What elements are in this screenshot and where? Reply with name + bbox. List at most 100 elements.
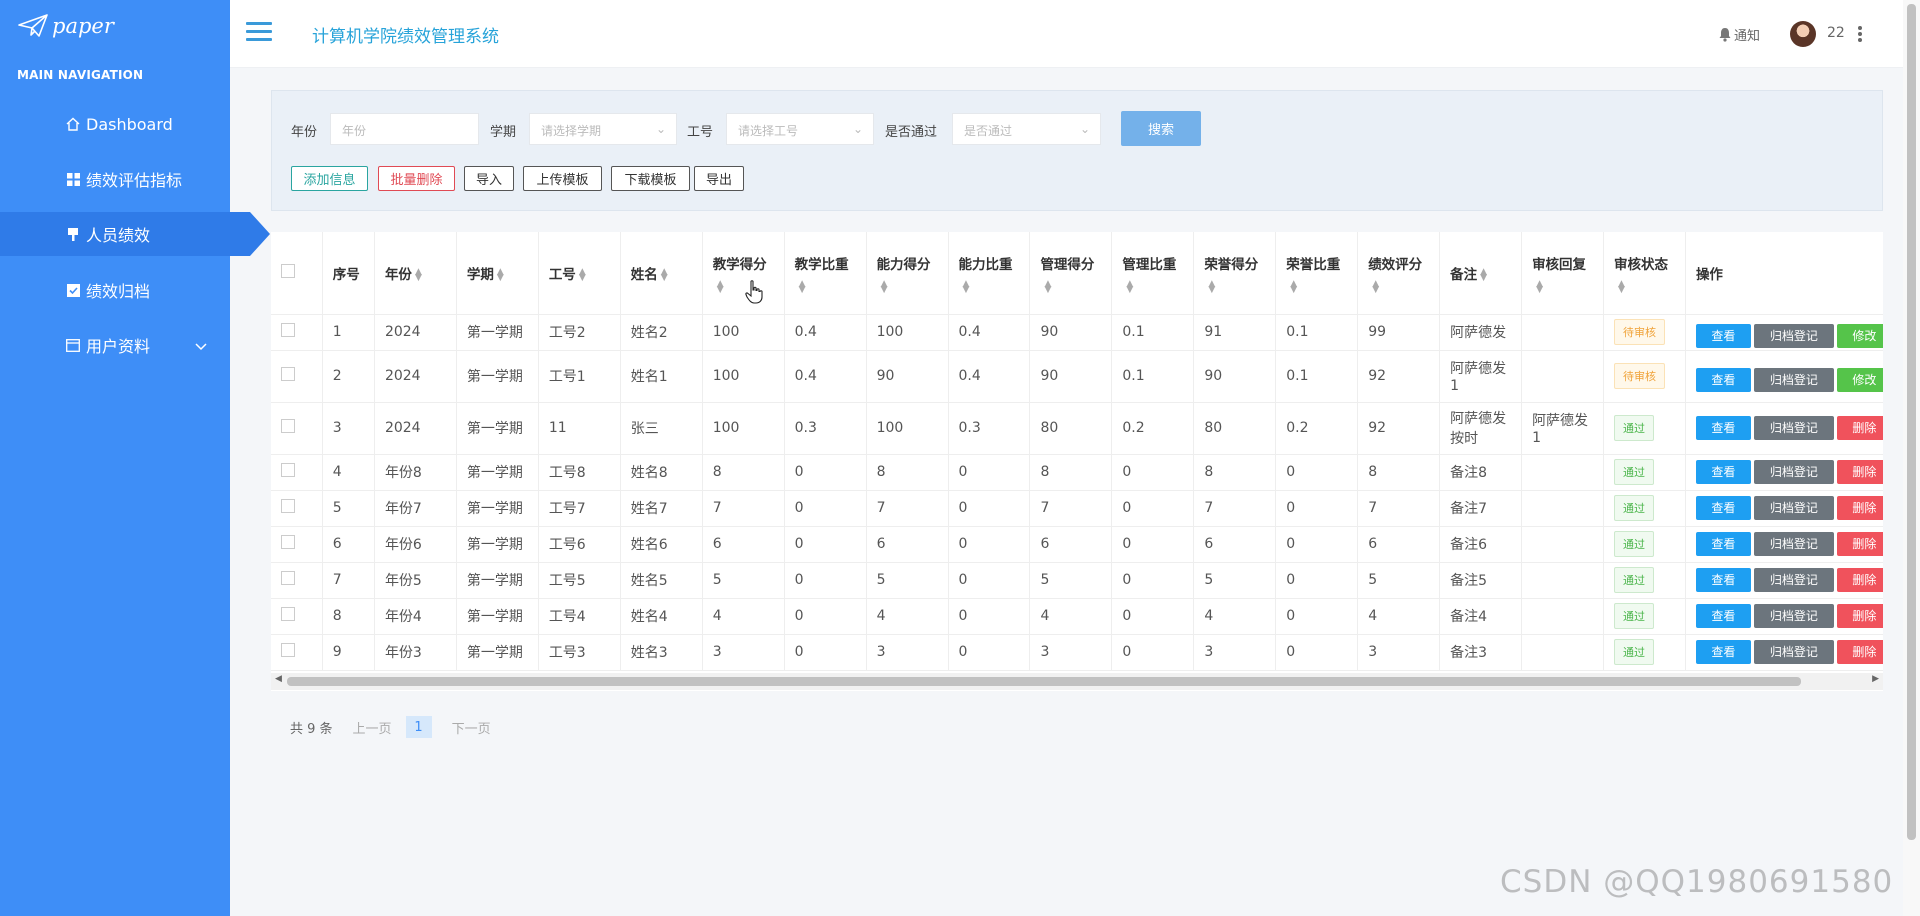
sort-icon[interactable]: ▲ ▼ bbox=[415, 267, 422, 282]
view-button[interactable]: 查看 bbox=[1695, 460, 1751, 484]
scrollbar-thumb[interactable] bbox=[287, 677, 1801, 686]
next-page-button[interactable]: 下一页 bbox=[452, 718, 491, 737]
delete-button[interactable]: 删除 bbox=[1836, 416, 1883, 440]
archive-button[interactable]: 归档登记 bbox=[1753, 460, 1834, 484]
archive-button[interactable]: 归档登记 bbox=[1753, 604, 1834, 628]
view-button[interactable]: 查看 bbox=[1695, 640, 1751, 664]
prev-page-button[interactable]: 上一页 bbox=[353, 718, 392, 737]
horizontal-scrollbar[interactable]: ◀ ▶ bbox=[271, 673, 1883, 690]
col-term[interactable]: 学期 ▲ ▼ bbox=[456, 232, 539, 315]
col-teaching-weight[interactable]: 教学比重 ▲ ▼ bbox=[784, 232, 867, 315]
archive-button[interactable]: 归档登记 bbox=[1753, 496, 1834, 520]
edit-button[interactable]: 修改 bbox=[1836, 324, 1883, 348]
sort-icon[interactable]: ▲ ▼ bbox=[1126, 279, 1183, 294]
current-page-button[interactable]: 1 bbox=[405, 716, 432, 738]
sidebar-item-archive[interactable]: 绩效归档 bbox=[0, 268, 230, 312]
view-button[interactable]: 查看 bbox=[1695, 496, 1751, 520]
delete-button[interactable]: 删除 bbox=[1836, 604, 1883, 628]
sort-icon[interactable]: ▲ ▼ bbox=[1372, 279, 1429, 294]
col-remark[interactable]: 备注 ▲ ▼ bbox=[1439, 232, 1523, 315]
search-button[interactable]: 搜索 bbox=[1121, 111, 1201, 146]
notification-button[interactable]: 通知 bbox=[1718, 25, 1760, 44]
row-checkbox[interactable] bbox=[281, 367, 295, 381]
delete-button[interactable]: 删除 bbox=[1836, 460, 1883, 484]
sidebar-item-user-profile[interactable]: 用户资料 bbox=[0, 323, 230, 367]
export-button[interactable]: 导出 bbox=[694, 166, 744, 191]
row-checkbox[interactable] bbox=[281, 571, 295, 585]
sort-icon[interactable]: ▲ ▼ bbox=[579, 267, 586, 282]
col-ability-weight[interactable]: 能力比重 ▲ ▼ bbox=[948, 232, 1031, 315]
col-name[interactable]: 姓名 ▲ ▼ bbox=[620, 232, 703, 315]
menu-toggle-icon[interactable] bbox=[246, 22, 272, 44]
import-button[interactable]: 导入 bbox=[464, 166, 514, 191]
sidebar-item-indicators[interactable]: 绩效评估指标 bbox=[0, 157, 230, 201]
col-year[interactable]: 年份 ▲ ▼ bbox=[374, 232, 457, 315]
col-teaching-score[interactable]: 教学得分 ▲ ▼ bbox=[702, 232, 785, 315]
more-vertical-icon[interactable] bbox=[1856, 26, 1864, 44]
col-review-reply[interactable]: 审核回复 ▲ ▼ bbox=[1521, 232, 1604, 315]
archive-button[interactable]: 归档登记 bbox=[1753, 568, 1834, 592]
sort-icon[interactable]: ▲ ▼ bbox=[1290, 279, 1347, 294]
staff-id-select[interactable]: 请选择工号 ⌄ bbox=[726, 113, 874, 145]
row-checkbox[interactable] bbox=[281, 535, 295, 549]
row-checkbox[interactable] bbox=[281, 607, 295, 621]
avatar[interactable] bbox=[1790, 21, 1816, 47]
sort-icon[interactable]: ▲ ▼ bbox=[1618, 279, 1675, 294]
sort-icon[interactable]: ▲ ▼ bbox=[1208, 279, 1265, 294]
sort-icon[interactable]: ▲ ▼ bbox=[1044, 279, 1101, 294]
row-checkbox[interactable] bbox=[281, 463, 295, 477]
sort-icon[interactable]: ▲ ▼ bbox=[1536, 279, 1593, 294]
pass-select[interactable]: 是否通过 ⌄ bbox=[952, 113, 1101, 145]
sort-icon[interactable]: ▲ ▼ bbox=[497, 267, 504, 282]
delete-button[interactable]: 删除 bbox=[1836, 568, 1883, 592]
delete-button[interactable]: 删除 bbox=[1836, 532, 1883, 556]
cell-term: 第一学期 bbox=[456, 454, 539, 491]
col-honor-score[interactable]: 荣誉得分 ▲ ▼ bbox=[1193, 232, 1277, 315]
download-template-button[interactable]: 下载模板 bbox=[611, 166, 690, 191]
year-input[interactable]: 年份 bbox=[330, 113, 479, 145]
col-review-status[interactable]: 审核状态 ▲ ▼ bbox=[1603, 232, 1686, 315]
col-staff-id[interactable]: 工号 ▲ ▼ bbox=[538, 232, 621, 315]
scroll-left-icon[interactable]: ◀ bbox=[275, 674, 282, 684]
sidebar-item-dashboard[interactable]: Dashboard bbox=[0, 102, 230, 146]
delete-button[interactable]: 删除 bbox=[1836, 496, 1883, 520]
col-mgmt-score[interactable]: 管理得分 ▲ ▼ bbox=[1029, 232, 1113, 315]
col-mgmt-weight[interactable]: 管理比重 ▲ ▼ bbox=[1111, 232, 1195, 315]
term-select[interactable]: 请选择学期 ⌄ bbox=[529, 113, 677, 145]
view-button[interactable]: 查看 bbox=[1695, 604, 1751, 628]
view-button[interactable]: 查看 bbox=[1695, 416, 1751, 440]
sort-icon[interactable]: ▲ ▼ bbox=[661, 267, 668, 282]
row-checkbox[interactable] bbox=[281, 499, 295, 513]
archive-button[interactable]: 归档登记 bbox=[1753, 416, 1834, 440]
edit-button[interactable]: 修改 bbox=[1836, 368, 1883, 392]
upload-template-button[interactable]: 上传模板 bbox=[523, 166, 602, 191]
view-button[interactable]: 查看 bbox=[1695, 532, 1751, 556]
archive-button[interactable]: 归档登记 bbox=[1753, 368, 1834, 392]
row-checkbox[interactable] bbox=[281, 643, 295, 657]
archive-button[interactable]: 归档登记 bbox=[1753, 640, 1834, 664]
view-button[interactable]: 查看 bbox=[1695, 568, 1751, 592]
sort-icon[interactable]: ▲ ▼ bbox=[1480, 267, 1487, 282]
select-all-checkbox[interactable] bbox=[281, 263, 295, 278]
sort-icon[interactable]: ▲ ▼ bbox=[881, 279, 938, 294]
sort-icon[interactable]: ▲ ▼ bbox=[799, 279, 856, 294]
row-checkbox[interactable] bbox=[281, 323, 295, 337]
archive-button[interactable]: 归档登记 bbox=[1753, 532, 1834, 556]
col-honor-weight[interactable]: 荣誉比重 ▲ ▼ bbox=[1275, 232, 1359, 315]
view-button[interactable]: 查看 bbox=[1695, 324, 1751, 348]
vertical-scrollbar[interactable] bbox=[1903, 0, 1920, 916]
col-rating[interactable]: 绩效评分 ▲ ▼ bbox=[1357, 232, 1441, 315]
batch-delete-button[interactable]: 批量删除 bbox=[378, 166, 455, 191]
logo[interactable]: paper bbox=[18, 14, 114, 38]
sort-icon[interactable]: ▲ ▼ bbox=[963, 279, 1020, 294]
sidebar-item-staff-performance[interactable]: 人员绩效 bbox=[0, 212, 270, 256]
row-checkbox[interactable] bbox=[281, 419, 295, 433]
col-ability-score[interactable]: 能力得分 ▲ ▼ bbox=[866, 232, 949, 315]
archive-button[interactable]: 归档登记 bbox=[1753, 324, 1834, 348]
add-button[interactable]: 添加信息 bbox=[291, 166, 368, 191]
username[interactable]: 22 bbox=[1827, 25, 1845, 41]
scrollbar-thumb[interactable] bbox=[1907, 4, 1916, 840]
view-button[interactable]: 查看 bbox=[1695, 368, 1751, 392]
delete-button[interactable]: 删除 bbox=[1836, 640, 1883, 664]
scroll-right-icon[interactable]: ▶ bbox=[1872, 674, 1879, 684]
